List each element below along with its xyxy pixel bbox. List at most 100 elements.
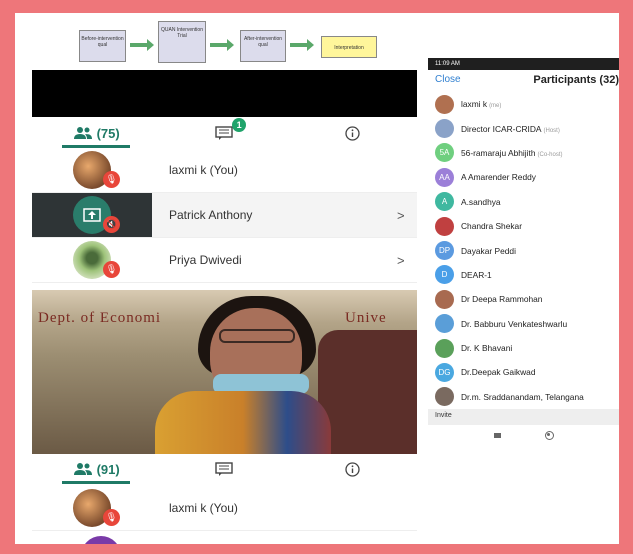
- info-icon: [345, 125, 360, 141]
- participant-name: 56-ramaraju Abhijith (Co-host): [461, 148, 563, 158]
- mic-muted-icon: 🎙: [103, 509, 120, 526]
- panel-title: Participants (32): [533, 74, 619, 86]
- participant-item[interactable]: laxmi k (me): [428, 92, 619, 116]
- left-panel: Before-intervention qual QUAN Interventi…: [32, 13, 417, 544]
- participant-item[interactable]: Dr Deepa Rammohan: [428, 287, 619, 311]
- participant-name-text: laxmi k: [461, 99, 488, 110]
- chat-icon: [215, 126, 234, 140]
- participant-name-text: Dr.Deepak Gaikwad: [461, 367, 536, 378]
- participant-name: Dr.m. Sraddanandam, Telangana: [461, 392, 584, 402]
- banner-text-right: Unive: [345, 310, 387, 326]
- mic-muted-icon: 🔇: [103, 216, 120, 233]
- avatar: AA: [435, 167, 454, 187]
- participant-name: Dr. Babburu Venkateshwarlu: [461, 319, 567, 329]
- participant-name: Dayakar Peddi: [461, 246, 516, 256]
- participant-name: Chandra Shekar: [461, 221, 522, 231]
- avatar: [435, 119, 454, 139]
- participant-list-top: 🎙 laxmi k (You) 🔇 Patrick Anthony > 🎙 Pr…: [32, 148, 417, 283]
- participant-role: (Host): [543, 127, 560, 134]
- speaker-person: [155, 296, 331, 454]
- participant-name-text: Dr.m. Sraddanandam, Telangana: [461, 391, 584, 402]
- avatar: DG: [435, 362, 454, 382]
- flow-box-2: QUAN Intervention Trial: [158, 21, 206, 63]
- status-time: 11:09 AM: [435, 61, 460, 67]
- participant-name: A.sandhya: [461, 197, 501, 207]
- people-icon: [73, 463, 92, 475]
- tab-bar-top: (75) 1: [32, 118, 417, 148]
- participant-name: Director ICAR-CRIDA (Host): [461, 124, 560, 134]
- avatar: [435, 314, 454, 334]
- tab-chat[interactable]: 1: [160, 118, 288, 148]
- banner-text-left: Dept. of Economi: [38, 310, 162, 326]
- tab-participants[interactable]: (91): [32, 454, 160, 484]
- mic-muted-icon: 🎙: [103, 261, 120, 278]
- participant-row-self[interactable]: 🎙 laxmi k (You): [32, 486, 417, 531]
- participant-name-text: Dr. Babburu Venkateshwarlu: [461, 318, 568, 329]
- tab-chat[interactable]: [160, 454, 288, 484]
- avatar: DP: [435, 241, 454, 261]
- tab-info[interactable]: [289, 454, 417, 484]
- participant-item[interactable]: DP Dayakar Peddi: [428, 238, 619, 262]
- participant-name-text: Director ICAR-CRIDA: [461, 123, 542, 134]
- participant-name: laxmi k (You): [169, 501, 238, 515]
- avatar: [435, 387, 454, 407]
- chevron-right-icon[interactable]: >: [397, 253, 417, 268]
- home-icon[interactable]: [544, 430, 554, 440]
- tab-bar-bottom: (91): [32, 454, 417, 484]
- avatar: [435, 289, 454, 309]
- participant-item[interactable]: Dr. K Bhavani: [428, 336, 619, 360]
- participant-name: Dr. K Bhavani: [461, 343, 512, 353]
- participant-name-text: DEAR-1: [461, 269, 492, 280]
- flow-box-1: Before-intervention qual: [79, 30, 126, 62]
- tab-info[interactable]: [289, 118, 417, 148]
- participant-row-patrick[interactable]: 🔇 Patrick Anthony >: [32, 193, 417, 238]
- participant-item[interactable]: Dr. Babburu Venkateshwarlu: [428, 312, 619, 336]
- chat-icon: [215, 462, 234, 476]
- participant-item[interactable]: Dr.m. Sraddanandam, Telangana: [428, 385, 619, 409]
- avatar: [435, 338, 454, 358]
- participant-item[interactable]: D DEAR-1: [428, 263, 619, 287]
- participants-list: laxmi k (me) Director ICAR-CRIDA (Host) 5A 56…: [428, 92, 619, 409]
- panel-header: Close Participants (32): [428, 70, 619, 92]
- flow-box-3: After-intervention qual: [240, 30, 286, 62]
- invite-button[interactable]: Invite: [435, 412, 452, 419]
- participant-item[interactable]: 5A 56-ramaraju Abhijith (Co-host): [428, 141, 619, 165]
- participant-item[interactable]: A A.sandhya: [428, 190, 619, 214]
- participant-row-self[interactable]: 🎙 laxmi k (You): [32, 148, 417, 193]
- avatar: 5A: [435, 143, 454, 163]
- participant-name-text: Dayakar Peddi: [461, 245, 516, 256]
- tab-participants[interactable]: (75): [32, 118, 160, 148]
- close-button[interactable]: Close: [435, 74, 461, 85]
- avatar-partial: [81, 536, 121, 544]
- participant-name: Dr Deepa Rammohan: [461, 294, 542, 304]
- flow-box-4: Interpretation: [321, 36, 377, 58]
- participant-name: Dr.Deepak Gaikwad: [461, 367, 535, 377]
- participant-name: laxmi k (me): [461, 99, 501, 109]
- participant-item[interactable]: Director ICAR-CRIDA (Host): [428, 116, 619, 140]
- participant-name-text: Dr. K Bhavani: [461, 343, 513, 354]
- recent-apps-icon[interactable]: [493, 432, 501, 438]
- participant-item[interactable]: AA A Amarender Reddy: [428, 165, 619, 189]
- avatar: [435, 216, 454, 236]
- phone-participants-panel: 11:09 AM Close Participants (32) laxmi k…: [428, 58, 619, 460]
- participant-name: Priya Dwivedi: [169, 253, 242, 267]
- participant-list-bottom: 🎙 laxmi k (You): [32, 486, 417, 544]
- speaker-video: Dept. of Economi Or Unive: [32, 290, 417, 454]
- participant-row-priya[interactable]: 🎙 Priya Dwivedi >: [32, 238, 417, 283]
- chevron-right-icon[interactable]: >: [397, 208, 417, 223]
- participant-name-text: A Amarender Reddy: [461, 172, 536, 183]
- video-area-black: [32, 70, 417, 117]
- flow-arrow: [130, 39, 154, 51]
- participant-name-text: Dr Deepa Rammohan: [461, 294, 543, 305]
- participants-count: (75): [96, 125, 120, 141]
- avatar: D: [435, 265, 454, 285]
- flow-arrow: [290, 39, 314, 51]
- participant-item[interactable]: DG Dr.Deepak Gaikwad: [428, 360, 619, 384]
- participant-name-text: Chandra Shekar: [461, 221, 522, 232]
- participant-name-text: A.sandhya: [461, 196, 501, 207]
- chair: [318, 330, 417, 454]
- participant-name: laxmi k (You): [169, 163, 238, 177]
- avatar: [435, 94, 454, 114]
- mic-muted-icon: 🎙: [103, 171, 120, 188]
- participant-item[interactable]: Chandra Shekar: [428, 214, 619, 238]
